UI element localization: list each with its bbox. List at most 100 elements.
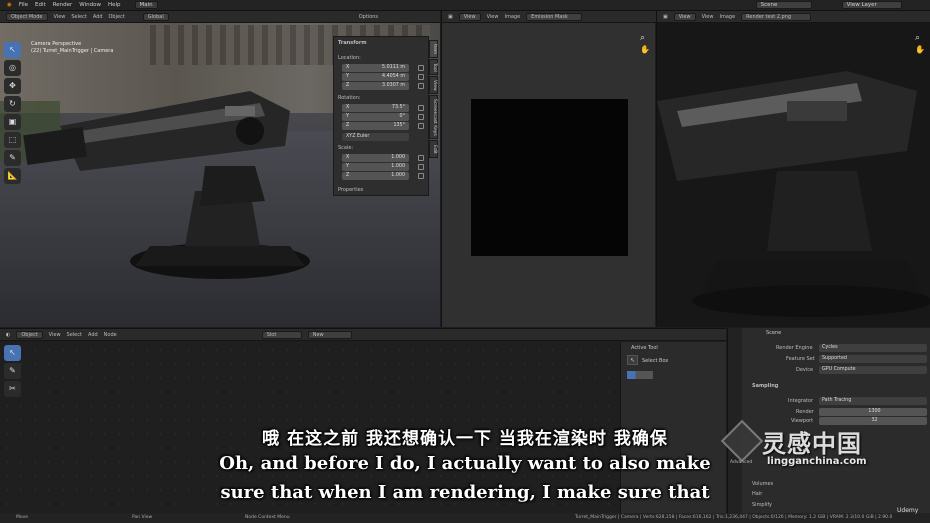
location-x-field[interactable]: X 5.0111 m: [342, 64, 409, 72]
image-editor-render[interactable]: ▣ View View Image Render test 2.png ⌕ ✋: [656, 11, 930, 327]
sidebar-tab-edit[interactable]: Edit: [429, 140, 438, 158]
menu-render[interactable]: Render: [53, 2, 73, 8]
image-editor-emission[interactable]: ▣ View View Image Emission Mask ⌕ ✋: [441, 11, 656, 327]
render-editor-menu-image[interactable]: Image: [719, 14, 735, 20]
node-menu-select[interactable]: Select: [67, 332, 82, 338]
select-box-icon[interactable]: ↖: [627, 355, 638, 365]
simplify-panel-header[interactable]: Simplify: [752, 502, 772, 511]
render-samples-field[interactable]: 1300: [819, 408, 927, 416]
render-editor-header: ▣ View View Image Render test 2.png: [657, 11, 930, 23]
integrator-label: Integrator: [788, 398, 814, 404]
viewport-menu-view[interactable]: View: [54, 14, 66, 20]
select-box-tool-icon[interactable]: ↖: [4, 42, 21, 58]
lock-icon[interactable]: [418, 114, 424, 120]
rotation-mode-dropdown[interactable]: XYZ Euler: [342, 133, 409, 141]
scale-x-field[interactable]: X 1.000: [342, 154, 409, 162]
viewport-header: Object Mode View Select Add Object Globa…: [0, 11, 440, 23]
sidebar-tab-tool[interactable]: Tool: [429, 59, 438, 75]
viewport-menu-add[interactable]: Add: [93, 14, 103, 20]
lock-icon[interactable]: [418, 65, 424, 71]
device-label: Device: [796, 367, 814, 373]
turret-model[interactable]: [20, 71, 350, 301]
subtitle-chinese: 哦 在这之前 我还想确认一下 当我在渲染时 我确保: [262, 429, 668, 449]
render-editor-view-mode[interactable]: View: [673, 12, 696, 21]
select-mode-buttons[interactable]: [627, 371, 653, 379]
rotation-z-field[interactable]: Z 135°: [342, 122, 409, 130]
viewport-menu-object[interactable]: Object: [109, 14, 125, 20]
zoom-icon[interactable]: ⌕: [915, 33, 920, 43]
subtitle-english-line1: Oh, and before I do, I actually want to …: [219, 453, 711, 474]
scale-tool-icon[interactable]: ▣: [4, 114, 21, 130]
menu-window[interactable]: Window: [79, 2, 101, 8]
rotate-tool-icon[interactable]: ↻: [4, 96, 21, 112]
new-material-button[interactable]: New: [307, 330, 352, 339]
camera-subtitle: (22) Turret_MainTrigger | Camera: [31, 48, 114, 54]
editor-type-icon[interactable]: ◐: [6, 332, 10, 338]
workspace-tab-main[interactable]: Main: [134, 1, 158, 9]
lock-icon[interactable]: [418, 74, 424, 80]
location-z-field[interactable]: Z 3.0307 m: [342, 82, 409, 90]
zoom-icon[interactable]: ⌕: [640, 33, 645, 43]
node-menu-view[interactable]: View: [49, 332, 61, 338]
editor-type-icon[interactable]: ▣: [663, 14, 668, 20]
emission-mask-image: [471, 99, 628, 256]
node-links-cut-icon[interactable]: ✂: [4, 381, 21, 397]
blender-logo-icon[interactable]: ◉: [7, 2, 12, 8]
transform-tool-icon[interactable]: ⬚: [4, 132, 21, 148]
image-editor-menu-image[interactable]: Image: [504, 14, 520, 20]
pan-hand-icon[interactable]: ✋: [915, 45, 925, 54]
editor-type-icon[interactable]: ▣: [448, 14, 453, 20]
measure-tool-icon[interactable]: 📐: [4, 168, 21, 184]
lock-icon[interactable]: [418, 164, 424, 170]
viewport-options[interactable]: Options: [359, 14, 378, 20]
rotation-x-field[interactable]: X 73.5°: [342, 104, 409, 112]
object-mode-dropdown[interactable]: Object Mode: [6, 12, 48, 21]
annotate-tool-icon[interactable]: ✎: [4, 150, 21, 166]
menu-help[interactable]: Help: [108, 2, 121, 8]
scene-selector[interactable]: Scene: [755, 1, 812, 9]
menu-file[interactable]: File: [19, 2, 28, 8]
lock-icon[interactable]: [418, 173, 424, 179]
render-samples-label: Render: [796, 409, 814, 415]
transform-header[interactable]: Transform: [338, 40, 424, 48]
lock-icon[interactable]: [418, 123, 424, 129]
location-y-field[interactable]: Y 4.4054 m: [342, 73, 409, 81]
properties-header[interactable]: Properties: [338, 187, 424, 195]
node-select-tool-icon[interactable]: ↖: [4, 345, 21, 361]
sidebar-tab-item[interactable]: Item: [429, 40, 438, 58]
active-tool-header[interactable]: Active Tool: [631, 345, 658, 351]
image-editor-view-mode[interactable]: View: [458, 12, 481, 21]
slot-dropdown[interactable]: Slot: [261, 330, 302, 339]
pan-hand-icon[interactable]: ✋: [640, 45, 650, 54]
node-tree-type-dropdown[interactable]: Object: [16, 330, 43, 339]
integrator-dropdown[interactable]: Path Tracing: [819, 397, 927, 405]
sidebar-transform-panel: Transform Location: X 5.0111 m Y 4.4054 m …: [333, 36, 429, 196]
viewport-menu-select[interactable]: Select: [71, 14, 86, 20]
node-menu-node[interactable]: Node: [104, 332, 117, 338]
menu-edit[interactable]: Edit: [35, 2, 46, 8]
lock-icon[interactable]: [418, 105, 424, 111]
view-layer-selector[interactable]: View Layer: [841, 1, 902, 9]
node-editor-header: ◐ Object View Select Add Node Slot New: [0, 329, 726, 341]
lock-icon[interactable]: [418, 83, 424, 89]
rotation-y-field[interactable]: Y 0°: [342, 113, 409, 121]
image-editor-menu-view[interactable]: View: [487, 14, 499, 20]
image-selector[interactable]: Emission Mask: [526, 12, 583, 21]
lock-icon[interactable]: [418, 155, 424, 161]
move-tool-icon[interactable]: ✥: [4, 78, 21, 94]
scale-y-field[interactable]: Y 1.000: [342, 163, 409, 171]
transform-orientation-dropdown[interactable]: Global: [142, 12, 169, 21]
scale-z-field[interactable]: Z 1.000: [342, 172, 409, 180]
sidebar-tab-view[interactable]: View: [429, 76, 438, 94]
render-image-selector[interactable]: Render test 2.png: [741, 12, 812, 21]
render-editor-menu-view[interactable]: View: [702, 14, 714, 20]
node-annotate-tool-icon[interactable]: ✎: [4, 363, 21, 379]
status-move: Move: [16, 515, 29, 520]
sidebar-tab-screencast-keys[interactable]: Screencast Keys: [429, 95, 438, 139]
sampling-panel-header[interactable]: Sampling: [752, 383, 778, 392]
render-engine-dropdown[interactable]: Cycles: [819, 344, 927, 352]
device-dropdown[interactable]: GPU Compute: [819, 366, 927, 374]
node-menu-add[interactable]: Add: [88, 332, 98, 338]
cursor-tool-icon[interactable]: ◎: [4, 60, 21, 76]
feature-set-dropdown[interactable]: Supported: [819, 355, 927, 363]
